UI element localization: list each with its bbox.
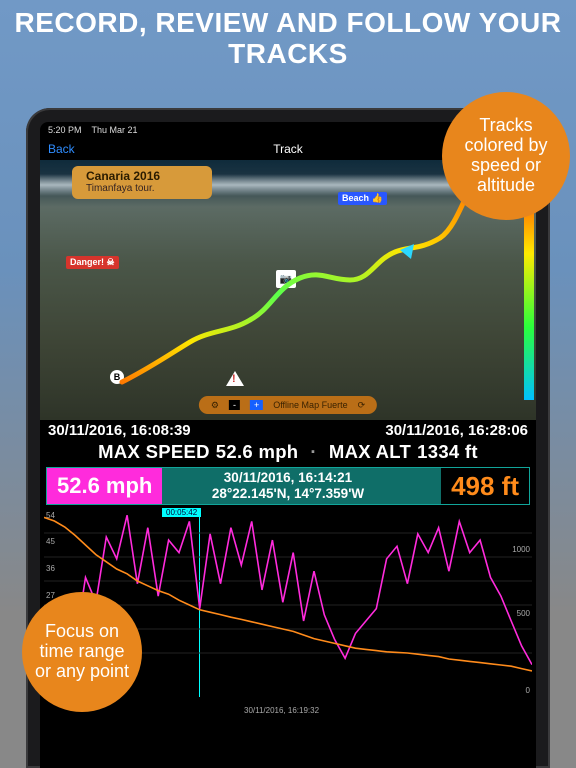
refresh-icon[interactable]: ⟳ [358,400,366,411]
settings-icon[interactable]: ⚙ [211,400,219,411]
max-stats-row: MAX SPEED 52.6 mph · MAX ALT 1334 ft [40,441,536,463]
max-alt-label: MAX ALT [329,441,411,463]
point-speed: 52.6 mph [47,468,162,504]
point-metrics-row: 52.6 mph 30/11/2016, 16:14:21 28°22.145'… [46,467,530,505]
callout-text: Tracks colored by speed or altitude [450,116,562,195]
callout-text: Focus on time range or any point [30,622,134,681]
point-center: 30/11/2016, 16:14:21 28°22.145'N, 14°7.3… [212,470,364,501]
page-title: Track [273,142,303,156]
callout-badge-bottom: Focus on time range or any point [22,592,142,712]
map-footer-toolbar: ⚙ - + Offline Map Fuerte ⟳ [199,396,377,414]
max-alt-value: 1334 ft [417,441,478,463]
end-datetime: 30/11/2016, 16:28:06 [385,422,528,439]
y-right-1000: 1000 [512,545,530,554]
status-time: 5:20 PM [48,125,82,135]
zoom-in-button[interactable]: + [250,400,263,410]
callout-badge-top: Tracks colored by speed or altitude [442,92,570,220]
separator: · [310,441,316,463]
zoom-out-button[interactable]: - [229,400,240,410]
point-datetime: 30/11/2016, 16:14:21 [212,470,364,486]
point-coords: 28°22.145'N, 14°7.359'W [212,486,364,502]
date-range-row: 30/11/2016, 16:08:39 30/11/2016, 16:28:0… [40,420,536,441]
y-left-max: 54 [46,511,55,520]
start-datetime: 30/11/2016, 16:08:39 [48,422,191,439]
point-altitude: 498 ft [441,468,529,504]
back-button[interactable]: Back [48,142,75,156]
x-tick: 30/11/2016, 16:19:32 [244,706,319,715]
max-speed-value: 52.6 mph [216,441,299,463]
hero-title: RECORD, REVIEW AND FOLLOW YOUR TRACKS [10,8,566,70]
max-speed-label: MAX SPEED [98,441,210,463]
status-date: Thu Mar 21 [92,125,138,135]
map-source-label: Offline Map Fuerte [273,400,347,410]
